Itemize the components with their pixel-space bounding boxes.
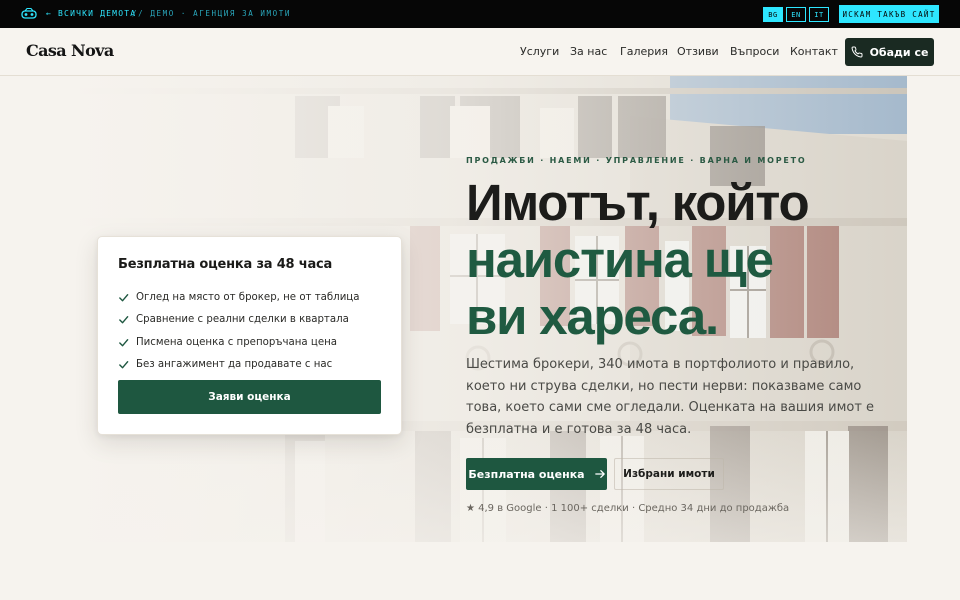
call-button-label: Обади се	[869, 45, 929, 59]
demo-bar: ← ВСИЧКИ ДЕМОТА // ДЕМО · АГЕНЦИЯ ЗА ИМО…	[0, 0, 960, 28]
list-item: Без ангажимент да продавате с нас	[118, 354, 360, 377]
all-demos-link[interactable]: ← ВСИЧКИ ДЕМОТА	[46, 9, 136, 18]
free-valuation-button-label: Безплатна оценка	[468, 467, 585, 481]
nav-link-services[interactable]: Услуги	[520, 45, 559, 58]
check-icon	[119, 338, 129, 347]
social-proof: ★ 4,9 в Google · 1 100+ сделки · Средно …	[466, 503, 790, 514]
list-item: Писмена оценка с препоръчана цена	[118, 331, 360, 354]
hero-headline: Имотът, който наистина ще ви хареса.	[466, 174, 896, 345]
nav-link-contact[interactable]: Контакт	[790, 45, 838, 58]
free-valuation-button[interactable]: Безплатна оценка	[466, 458, 607, 490]
featured-properties-button[interactable]: Избрани имоти	[614, 458, 724, 490]
demo-label: // ДЕМО · АГЕНЦИЯ ЗА ИМОТИ	[132, 9, 291, 18]
lang-en-button[interactable]: EN	[786, 7, 806, 22]
hero-description: Шестима брокери, 340 имота в портфолиото…	[466, 357, 875, 437]
arrow-right-icon	[594, 470, 605, 478]
nav-link-gallery[interactable]: Галерия	[620, 45, 668, 58]
hero-headline-line-2: наистина ще	[466, 231, 774, 288]
check-icon	[119, 316, 129, 324]
nav-link-faq[interactable]: Въпроси	[730, 45, 779, 58]
site-header: Casa Nova Услуги За нас Галерия Отзиви В…	[0, 28, 960, 76]
hero-eyebrow: ПРОДАЖБИ · НАЕМИ · УПРАВЛЕНИЕ · ВАРНА И …	[466, 156, 807, 165]
benefit-text: Без ангажимент да продавате с нас	[136, 359, 333, 371]
want-this-site-button[interactable]: ИСКАМ ТАКЪВ САЙТ	[839, 5, 939, 23]
phone-icon	[851, 46, 863, 58]
hero-headline-line-1: Имотът, който	[466, 174, 810, 231]
lang-it-button[interactable]: IT	[809, 7, 829, 22]
call-button[interactable]: Обади се	[845, 38, 934, 66]
demo-logo-icon	[21, 7, 37, 19]
list-item: Оглед на място от брокер, не от таблица	[118, 286, 360, 309]
valuation-card-title: Безплатна оценка за 48 часа	[118, 257, 333, 272]
brand-logo[interactable]: Casa Nova	[26, 41, 114, 60]
nav-link-reviews[interactable]: Отзиви	[677, 45, 719, 58]
benefit-text: Сравнение с реални сделки в квартала	[136, 314, 349, 326]
language-switcher: BG EN IT	[763, 7, 829, 22]
benefit-text: Оглед на място от брокер, не от таблица	[136, 291, 360, 303]
hero-headline-line-3: ви хареса.	[466, 288, 719, 345]
nav-link-about[interactable]: За нас	[570, 45, 607, 58]
valuation-card: Безплатна оценка за 48 часа Оглед на мяс…	[97, 236, 402, 435]
check-icon	[119, 293, 129, 302]
list-item: Сравнение с реални сделки в квартала	[118, 309, 360, 332]
valuation-benefits-list: Оглед на място от брокер, не от таблица …	[118, 286, 360, 376]
benefit-text: Писмена оценка с препоръчана цена	[136, 336, 338, 348]
lang-bg-button[interactable]: BG	[763, 7, 783, 22]
request-valuation-button[interactable]: Заяви оценка	[118, 380, 381, 414]
check-icon	[119, 361, 129, 369]
